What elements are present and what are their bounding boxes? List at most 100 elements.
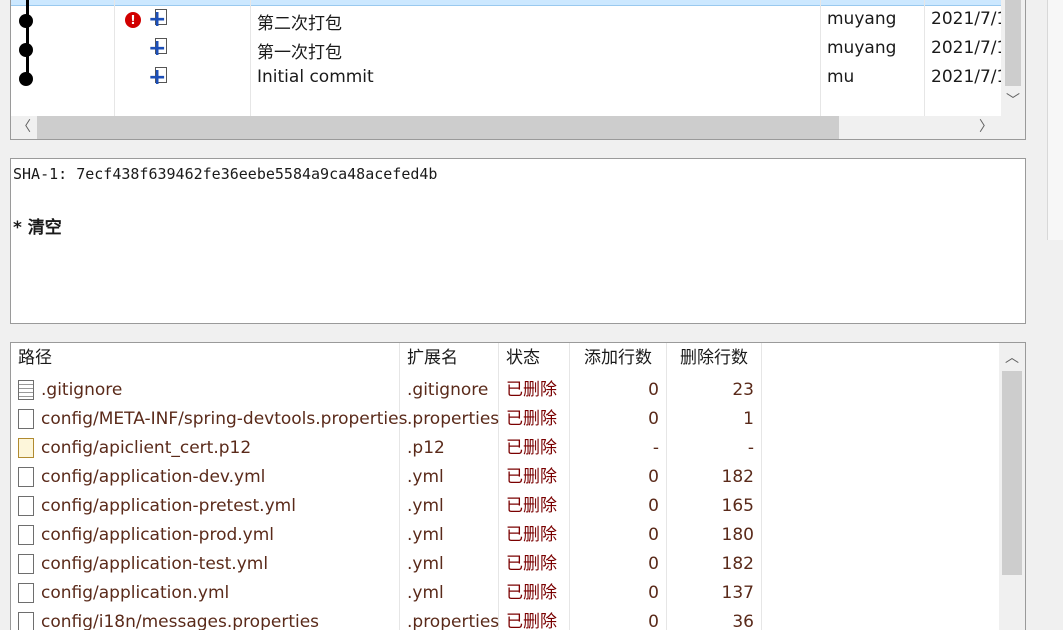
column-header-ext[interactable]: 扩展名 — [407, 343, 458, 373]
commit-log-pane: ! + 第二次打包 muyang 2021/7/1 + 第一次打包 muyang… — [10, 0, 1026, 140]
column-header-status[interactable]: 状态 — [506, 343, 540, 373]
file-path: config/i18n/messages.properties — [41, 612, 320, 630]
file-added: 0 — [648, 612, 659, 630]
file-path: config/META-INF/spring-devtools.properti… — [41, 409, 408, 429]
file-icon — [18, 583, 34, 603]
file-ext: .yml — [407, 496, 444, 516]
file-ext: .properties — [407, 409, 500, 429]
commit-sha: SHA-1: 7ecf438f639462fe36eebe5584a9ca48a… — [13, 165, 438, 183]
file-deleted: 180 — [721, 525, 754, 545]
file-added: 0 — [648, 380, 659, 400]
certificate-icon — [18, 438, 34, 458]
file-icon — [18, 409, 34, 429]
commit-node-icon — [19, 43, 33, 57]
changed-files-pane: 路径 扩展名 状态 添加行数 删除行数 .gitignore .gitignor… — [10, 342, 1026, 630]
file-added: - — [652, 438, 659, 458]
file-icon — [18, 612, 34, 630]
scroll-down-icon[interactable]: ﹀ — [1004, 92, 1022, 110]
commit-author: muyang — [827, 38, 897, 58]
file-ext: .gitignore — [407, 380, 489, 400]
file-row[interactable]: config/application-pretest.yml .yml 已删除 … — [11, 492, 1001, 521]
file-deleted: - — [747, 438, 754, 458]
scroll-left-icon[interactable]: 〈 — [15, 118, 33, 136]
file-row[interactable]: config/application-dev.yml .yml 已删除 0 18… — [11, 463, 1001, 492]
file-added: 0 — [648, 496, 659, 516]
file-ext: .yml — [407, 554, 444, 574]
add-icon: + — [148, 65, 167, 90]
column-header-path[interactable]: 路径 — [18, 343, 52, 373]
commit-message: 第二次打包 — [257, 14, 342, 34]
file-row[interactable]: config/application-test.yml .yml 已删除 0 1… — [11, 550, 1001, 579]
file-path: config/application.yml — [41, 583, 230, 603]
column-header-added[interactable]: 添加行数 — [584, 343, 652, 373]
files-vertical-scrollbar[interactable]: ︿ — [999, 343, 1025, 630]
text-file-icon — [18, 380, 34, 400]
file-path: config/apiclient_cert.p12 — [41, 438, 252, 458]
file-path: config/application-test.yml — [41, 554, 269, 574]
add-icon: + — [148, 7, 167, 32]
file-deleted: 165 — [721, 496, 754, 516]
file-ext: .p12 — [407, 438, 445, 458]
file-row[interactable]: config/application-prod.yml .yml 已删除 0 1… — [11, 521, 1001, 550]
scroll-thumb[interactable] — [1005, 0, 1021, 86]
file-deleted: 182 — [721, 467, 754, 487]
file-status: 已删除 — [506, 525, 557, 545]
file-deleted: 1 — [743, 409, 754, 429]
file-status: 已删除 — [506, 438, 557, 458]
file-deleted: 36 — [732, 612, 754, 630]
file-added: 0 — [648, 525, 659, 545]
file-path: config/application-prod.yml — [41, 525, 275, 545]
file-added: 0 — [648, 409, 659, 429]
file-added: 0 — [648, 583, 659, 603]
log-vertical-scrollbar[interactable]: ﹀ — [1001, 0, 1025, 116]
scroll-thumb[interactable] — [1002, 371, 1022, 575]
file-status: 已删除 — [506, 409, 557, 429]
file-icon — [18, 467, 34, 487]
commit-node-icon — [19, 72, 33, 86]
file-path: config/application-pretest.yml — [41, 496, 296, 516]
commit-date: 2021/7/1 — [931, 67, 1001, 87]
file-icon — [18, 525, 34, 545]
file-deleted: 23 — [732, 380, 754, 400]
file-path: config/application-dev.yml — [41, 467, 266, 487]
file-row[interactable]: config/i18n/messages.properties .propert… — [11, 608, 1001, 630]
add-icon: + — [148, 36, 167, 61]
file-icon — [18, 554, 34, 574]
commit-description: * 清空 — [13, 218, 62, 238]
side-panel-edge — [1047, 0, 1063, 240]
scroll-right-icon[interactable]: 〉 — [977, 118, 995, 136]
file-ext: .properties — [407, 612, 500, 630]
commit-row[interactable]: + Initial commit mu 2021/7/1 — [11, 64, 1001, 93]
file-added: 0 — [648, 467, 659, 487]
file-added: 0 — [648, 554, 659, 574]
file-path: .gitignore — [41, 380, 123, 400]
scroll-up-icon[interactable]: ︿ — [1003, 349, 1021, 367]
file-ext: .yml — [407, 525, 444, 545]
commit-row[interactable]: + 第一次打包 muyang 2021/7/1 — [11, 35, 1001, 64]
file-ext: .yml — [407, 467, 444, 487]
file-status: 已删除 — [506, 583, 557, 603]
file-row[interactable]: config/apiclient_cert.p12 .p12 已删除 - - — [11, 434, 1001, 463]
log-horizontal-scrollbar[interactable]: 〈 〉 — [11, 116, 1025, 139]
commit-author: mu — [827, 67, 855, 87]
column-header-deleted[interactable]: 删除行数 — [680, 343, 748, 373]
scroll-thumb[interactable] — [37, 116, 839, 139]
file-status: 已删除 — [506, 612, 557, 630]
file-icon — [18, 496, 34, 516]
file-status: 已删除 — [506, 467, 557, 487]
file-ext: .yml — [407, 583, 444, 603]
commit-node-icon — [19, 14, 33, 28]
file-row[interactable]: .gitignore .gitignore 已删除 0 23 — [11, 376, 1001, 405]
commit-row[interactable]: ! + 第二次打包 muyang 2021/7/1 — [11, 6, 1001, 35]
file-status: 已删除 — [506, 380, 557, 400]
file-row[interactable]: config/META-INF/spring-devtools.properti… — [11, 405, 1001, 434]
file-deleted: 182 — [721, 554, 754, 574]
commit-date: 2021/7/1 — [931, 9, 1001, 29]
file-deleted: 137 — [721, 583, 754, 603]
file-status: 已删除 — [506, 496, 557, 516]
commit-author: muyang — [827, 9, 897, 29]
file-row[interactable]: config/application.yml .yml 已删除 0 137 — [11, 579, 1001, 608]
commit-details-pane[interactable]: SHA-1: 7ecf438f639462fe36eebe5584a9ca48a… — [10, 158, 1026, 324]
commit-date: 2021/7/1 — [931, 38, 1001, 58]
file-status: 已删除 — [506, 554, 557, 574]
